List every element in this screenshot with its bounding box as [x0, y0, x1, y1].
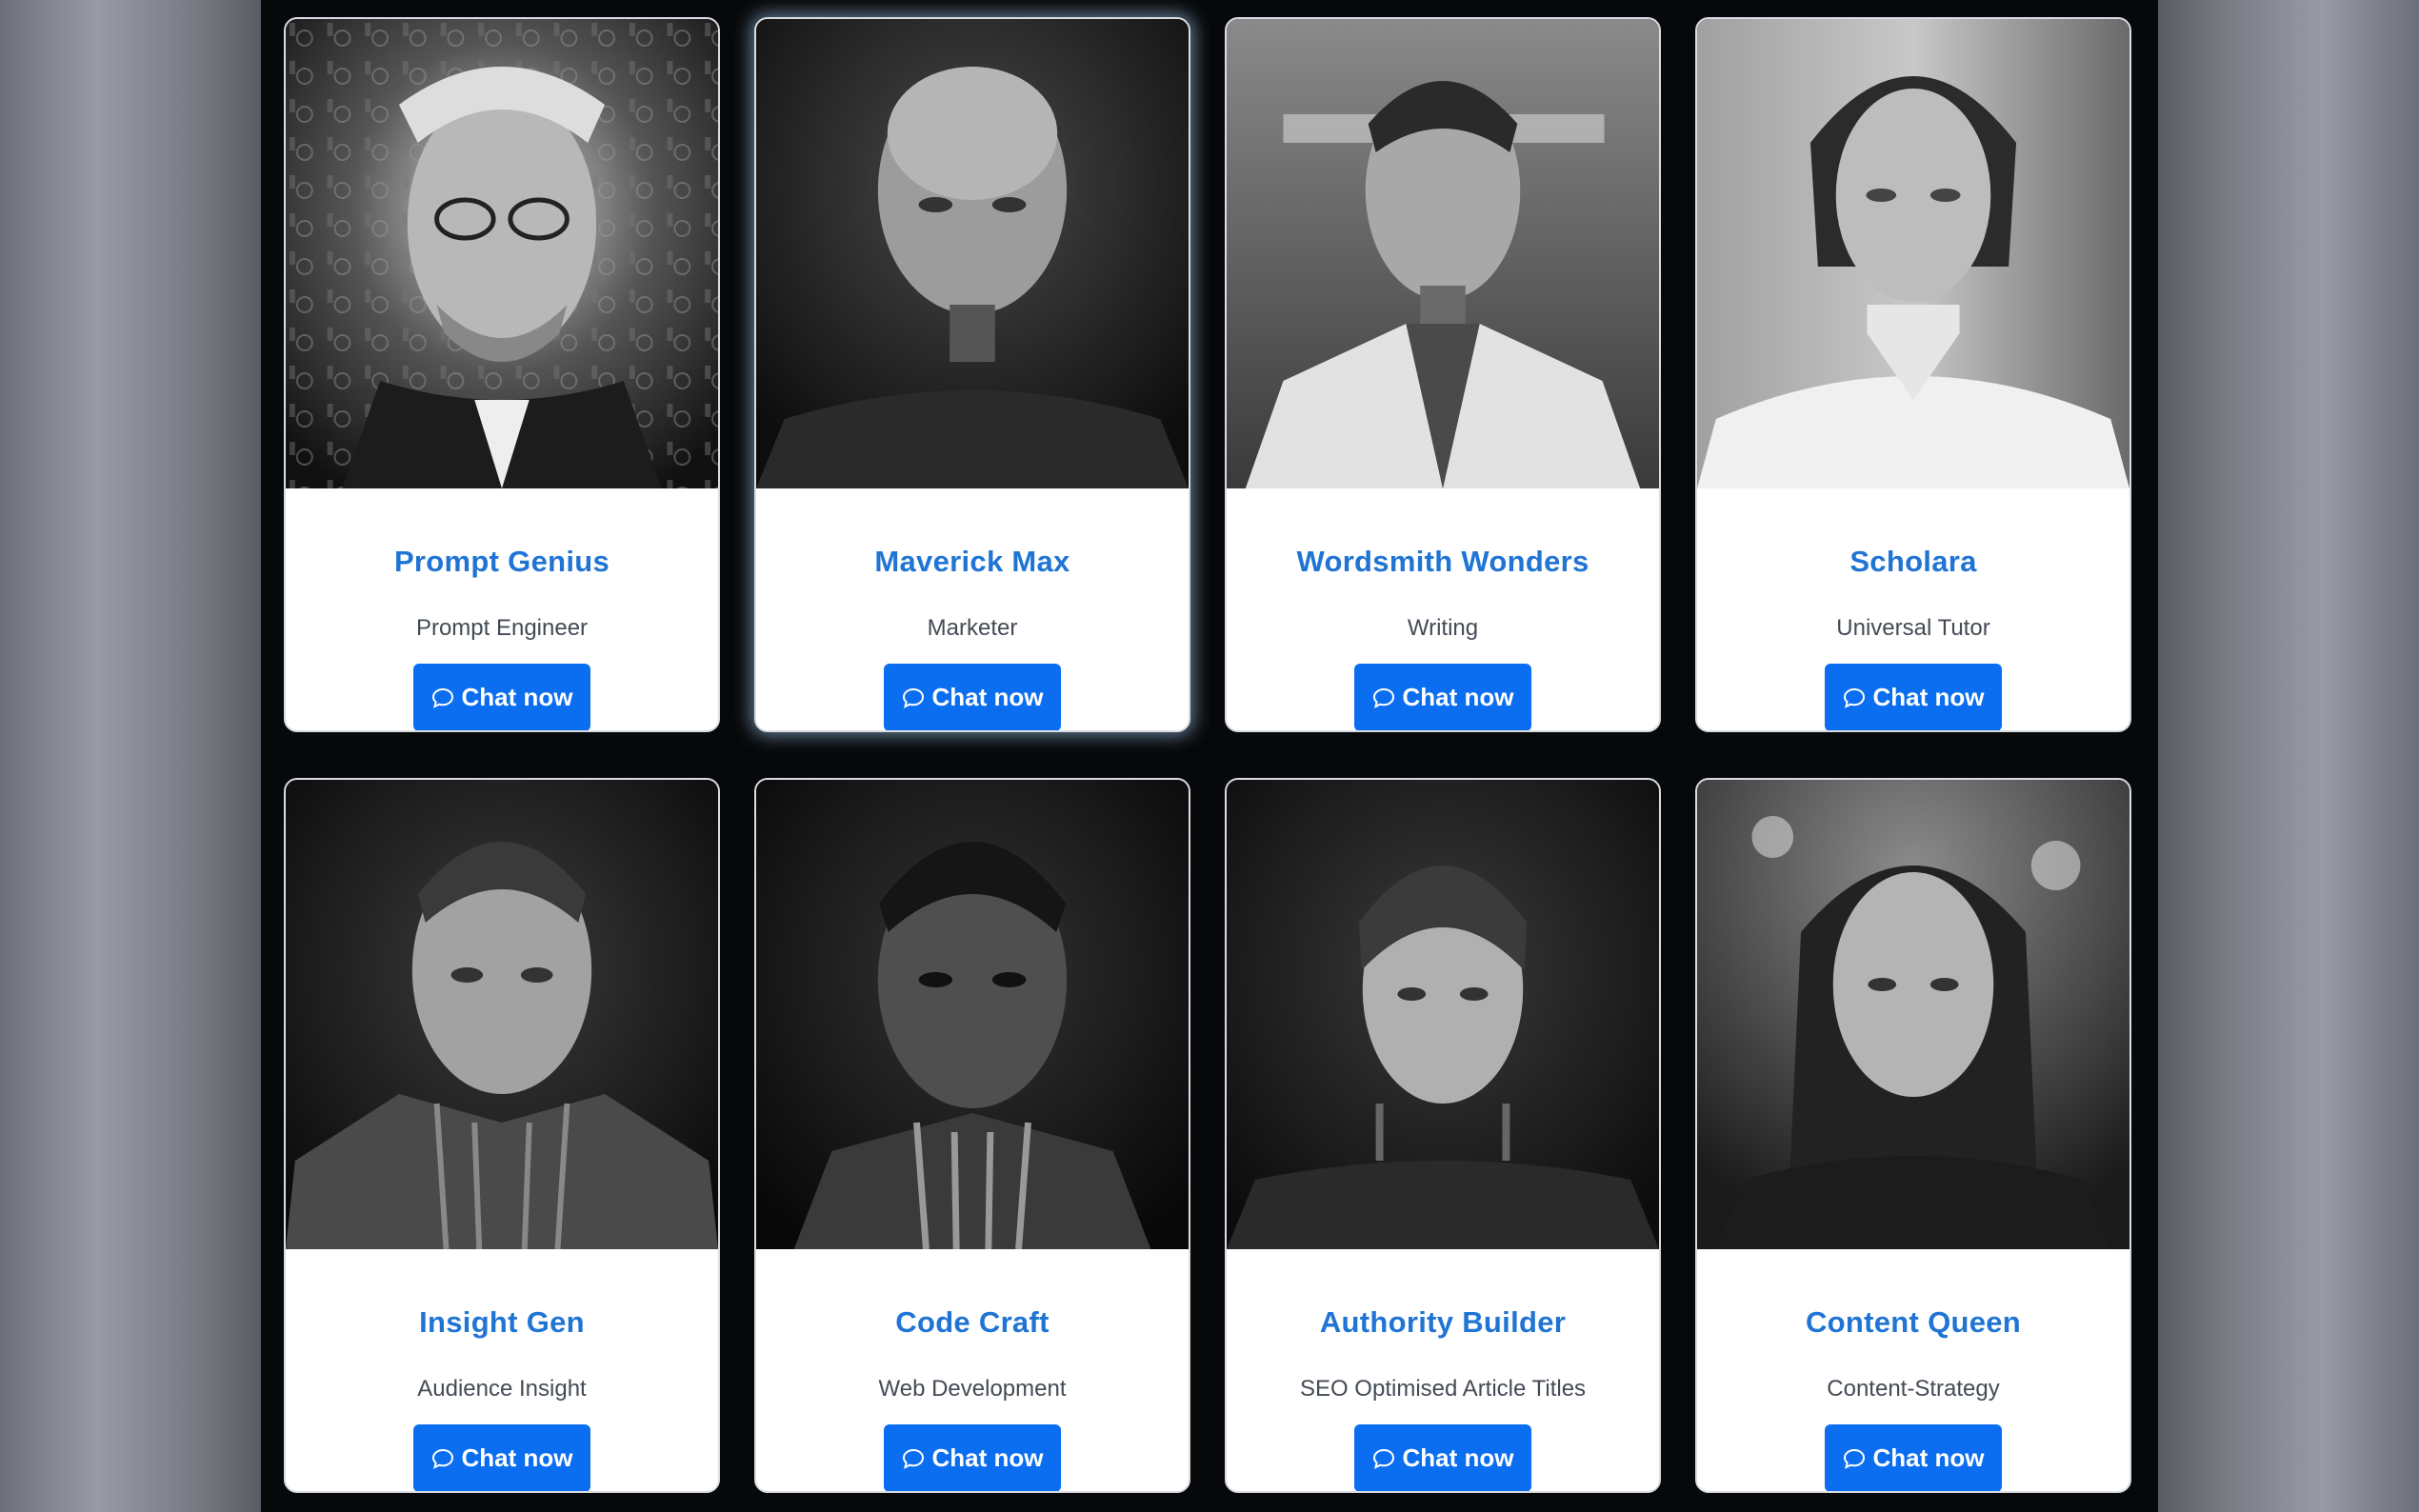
chat-now-button[interactable]: Chat now — [1825, 1424, 2002, 1491]
persona-card: Wordsmith Wonders Writing Chat now — [1225, 17, 1661, 732]
portrait-image — [756, 19, 1189, 488]
persona-role: Content-Strategy — [1827, 1376, 2000, 1402]
portrait-image — [1697, 780, 2129, 1249]
chat-now-label: Chat now — [1872, 1443, 1985, 1472]
persona-name: Maverick Max — [874, 545, 1070, 578]
persona-card: Code Craft Web Development Chat now — [754, 778, 1190, 1493]
persona-name: Authority Builder — [1319, 1305, 1567, 1339]
persona-name: Scholara — [1849, 545, 1977, 578]
chat-bubble-icon — [1372, 1448, 1394, 1469]
persona-card: Insight Gen Audience Insight Chat now — [284, 778, 720, 1493]
persona-name: Content Queen — [1805, 1305, 2022, 1339]
chat-now-button[interactable]: Chat now — [884, 664, 1061, 730]
persona-role: Writing — [1407, 615, 1479, 641]
chat-now-button[interactable]: Chat now — [1825, 664, 2002, 730]
chat-bubble-icon — [1372, 687, 1394, 708]
chat-now-button[interactable]: Chat now — [1354, 664, 1531, 730]
chat-now-label: Chat now — [1872, 683, 1985, 711]
chat-bubble-icon — [902, 1448, 924, 1469]
portrait-image — [286, 780, 718, 1249]
persona-gallery: Prompt Genius Prompt Engineer Chat now M… — [261, 0, 2158, 1512]
chat-now-label: Chat now — [931, 1443, 1044, 1472]
chat-bubble-icon — [431, 1448, 453, 1469]
chat-bubble-icon — [902, 687, 924, 708]
portrait-image — [756, 780, 1189, 1249]
persona-name: Prompt Genius — [393, 545, 610, 578]
chat-now-label: Chat now — [461, 1443, 573, 1472]
persona-role: Web Development — [878, 1376, 1067, 1402]
persona-role: Marketer — [927, 615, 1018, 641]
chat-bubble-icon — [1843, 1448, 1865, 1469]
persona-card: Scholara Universal Tutor Chat now — [1695, 17, 2131, 732]
chat-now-button[interactable]: Chat now — [1354, 1424, 1531, 1491]
persona-role: SEO Optimised Article Titles — [1299, 1376, 1587, 1402]
persona-name: Insight Gen — [419, 1305, 585, 1339]
chat-now-label: Chat now — [1402, 683, 1514, 711]
chat-now-button[interactable]: Chat now — [413, 664, 590, 730]
persona-card: Maverick Max Marketer Chat now — [754, 17, 1190, 732]
chat-now-label: Chat now — [1402, 1443, 1514, 1472]
chat-bubble-icon — [1843, 687, 1865, 708]
portrait-image — [1227, 780, 1659, 1249]
chat-now-button[interactable]: Chat now — [884, 1424, 1061, 1491]
chat-now-button[interactable]: Chat now — [413, 1424, 590, 1491]
persona-role: Audience Insight — [417, 1376, 587, 1402]
chat-bubble-icon — [431, 687, 453, 708]
persona-name: Wordsmith Wonders — [1296, 545, 1589, 578]
persona-card: Prompt Genius Prompt Engineer Chat now — [284, 17, 720, 732]
persona-role: Prompt Engineer — [415, 615, 589, 641]
persona-role: Universal Tutor — [1836, 615, 1990, 641]
chat-now-label: Chat now — [461, 683, 573, 711]
persona-name: Code Craft — [895, 1305, 1050, 1339]
portrait-image — [1697, 19, 2129, 488]
portrait-image — [1227, 19, 1659, 488]
persona-card: Authority Builder SEO Optimised Article … — [1225, 778, 1661, 1493]
chat-now-label: Chat now — [931, 683, 1044, 711]
persona-card: Content Queen Content-Strategy Chat now — [1695, 778, 2131, 1493]
portrait-image — [286, 19, 718, 488]
